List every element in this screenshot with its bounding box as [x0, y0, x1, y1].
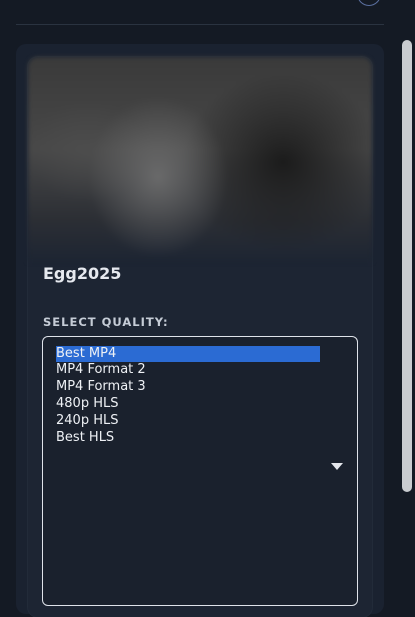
- select-quality-label: SELECT QUALITY:: [43, 315, 169, 329]
- video-thumbnail: [28, 57, 372, 262]
- header-divider: [16, 24, 384, 25]
- scrollbar-thumb[interactable]: [402, 40, 412, 492]
- quality-option-mp4-format-3[interactable]: MP4 Format 3: [56, 379, 146, 395]
- quality-option-240p-hls[interactable]: 240p HLS: [56, 413, 118, 429]
- quality-option-best-mp4[interactable]: Best MP4: [56, 346, 320, 362]
- quality-option-480p-hls[interactable]: 480p HLS: [56, 396, 118, 412]
- chevron-down-icon[interactable]: [331, 463, 343, 470]
- video-title: Egg2025: [43, 264, 122, 283]
- quality-option-best-hls[interactable]: Best HLS: [56, 430, 114, 446]
- header-button[interactable]: [357, 0, 381, 6]
- quality-option-mp4-format-2[interactable]: MP4 Format 2: [56, 362, 146, 378]
